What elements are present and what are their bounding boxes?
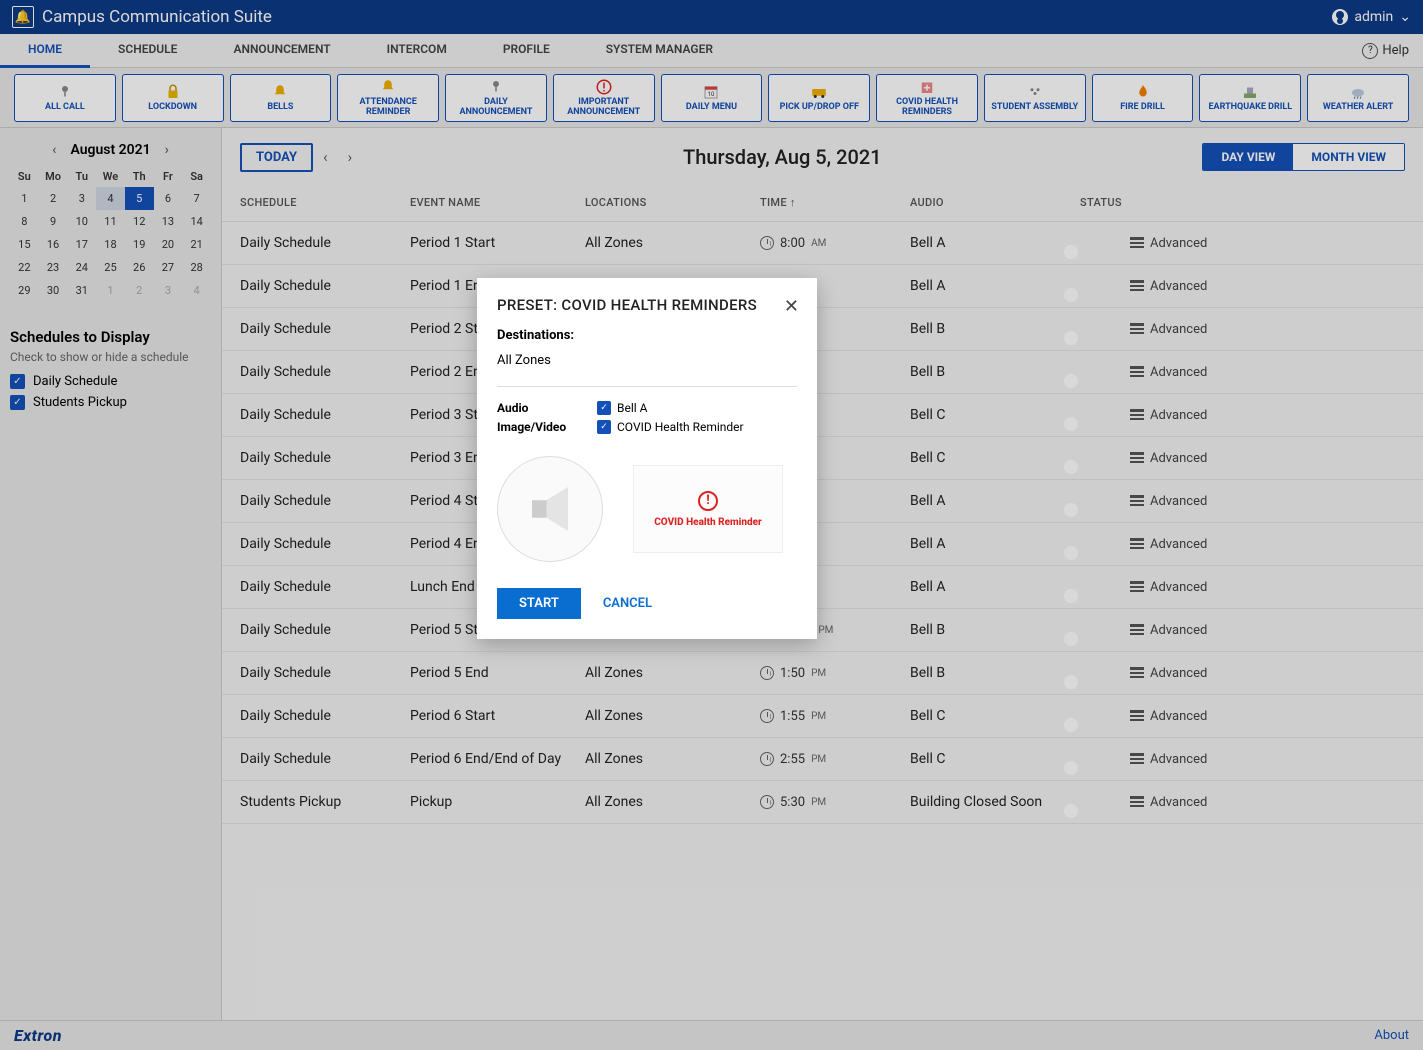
close-icon[interactable]: ✕ xyxy=(784,296,799,317)
modal-title: PRESET: COVID HEALTH REMINDERS xyxy=(497,296,797,314)
modal-audio-value: Bell A xyxy=(617,401,647,415)
preset-modal: PRESET: COVID HEALTH REMINDERS ✕ Destina… xyxy=(477,278,817,639)
cancel-button[interactable]: CANCEL xyxy=(603,596,652,611)
alert-icon: ! xyxy=(698,491,718,511)
audio-preview-button[interactable] xyxy=(497,456,603,562)
speaker-icon xyxy=(532,487,568,531)
start-button[interactable]: START xyxy=(497,588,581,619)
modal-iv-label: Image/Video xyxy=(497,420,575,434)
modal-dest-value: All Zones xyxy=(497,353,797,368)
modal-dest-label: Destinations: xyxy=(497,328,797,343)
thumb-caption: COVID Health Reminder xyxy=(654,517,762,528)
modal-audio-label: Audio xyxy=(497,401,575,415)
iv-checkbox[interactable]: ✓ xyxy=(597,420,611,434)
iv-thumbnail[interactable]: ! COVID Health Reminder xyxy=(633,465,783,553)
modal-iv-value: COVID Health Reminder xyxy=(617,420,744,434)
audio-checkbox[interactable]: ✓ xyxy=(597,401,611,415)
